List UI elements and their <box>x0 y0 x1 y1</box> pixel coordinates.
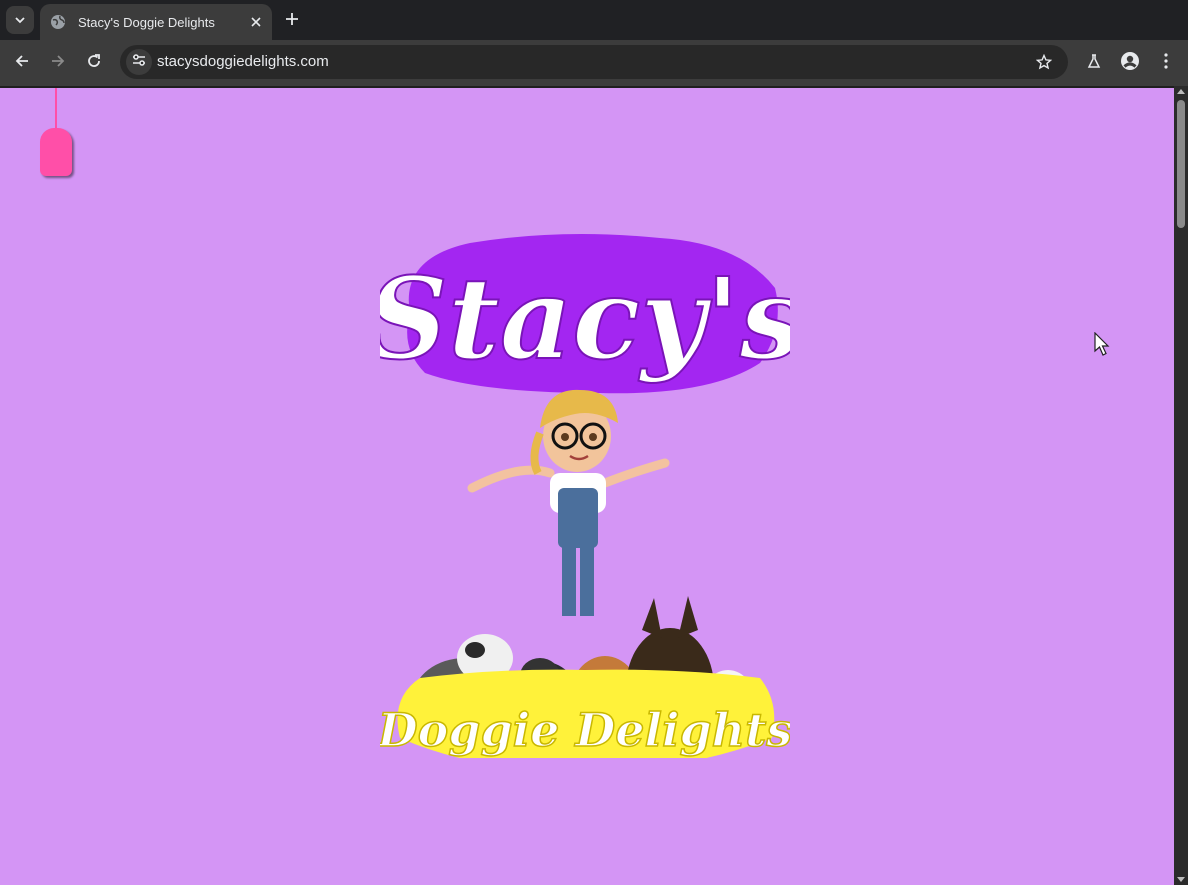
reload-button[interactable] <box>82 51 106 75</box>
scrollbar-thumb[interactable] <box>1177 100 1185 228</box>
tag-string <box>55 88 57 130</box>
site-info-button[interactable] <box>126 49 152 75</box>
tab-strip: Stacy's Doggie Delights <box>0 0 1188 40</box>
address-bar[interactable]: stacysdoggiedelights.com <box>120 45 1068 79</box>
browser-toolbar: stacysdoggiedelights.com <box>0 40 1188 86</box>
tune-icon <box>131 52 147 72</box>
scroll-down-arrow[interactable] <box>1177 877 1185 882</box>
stacys-doggie-delights-logo: Stacy's Doggie Delights <box>380 234 790 758</box>
logo-top-text: Stacy's <box>380 234 790 394</box>
back-button[interactable] <box>10 51 34 75</box>
globe-icon <box>50 14 66 30</box>
logo-top-word: Stacy's <box>380 254 790 385</box>
tab-title: Stacy's Doggie Delights <box>78 14 215 30</box>
logo-girl-illustration <box>467 389 670 616</box>
new-tab-button[interactable] <box>280 8 304 32</box>
vertical-scrollbar[interactable] <box>1174 86 1188 885</box>
scroll-up-arrow[interactable] <box>1177 89 1185 94</box>
close-icon[interactable] <box>246 12 266 32</box>
logo-bottom-text: Doggie Delights <box>380 669 790 758</box>
tab-search-button[interactable] <box>6 6 34 34</box>
profile-button[interactable] <box>1118 51 1142 75</box>
star-icon[interactable] <box>1034 52 1054 72</box>
page-content: Stacy's Doggie Delights <box>0 86 1174 885</box>
browser-tab[interactable]: Stacy's Doggie Delights <box>40 4 272 40</box>
mouse-cursor-icon <box>1094 331 1110 360</box>
kebab-menu-icon <box>1164 53 1168 73</box>
profile-icon <box>1120 51 1140 75</box>
tab-search-icon <box>14 11 26 30</box>
url-text[interactable]: stacysdoggiedelights.com <box>157 53 329 70</box>
reload-icon <box>86 53 102 73</box>
labs-button[interactable] <box>1082 51 1106 75</box>
hanging-tag[interactable] <box>40 128 72 176</box>
forward-button[interactable] <box>46 51 70 75</box>
forward-arrow-icon <box>50 53 66 73</box>
flask-icon <box>1086 53 1102 73</box>
logo-bottom-word: Doggie Delights <box>380 703 790 757</box>
plus-icon <box>285 11 299 30</box>
back-arrow-icon <box>14 53 30 73</box>
menu-button[interactable] <box>1154 51 1178 75</box>
